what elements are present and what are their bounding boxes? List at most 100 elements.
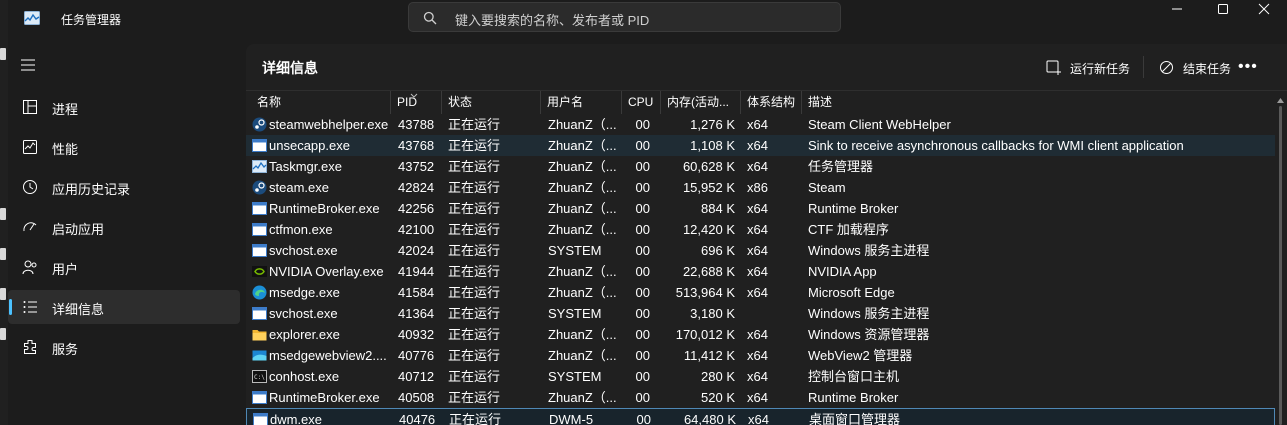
process-pid: 40932	[398, 327, 435, 342]
table-row[interactable]: svchost.exe 42024 正在运行 SYSTEM 00 696 K x64 Wind…	[246, 240, 1275, 261]
sidebar-item-details[interactable]: 详细信息	[8, 290, 240, 324]
column-header-user[interactable]: 用户名	[541, 91, 622, 114]
services-icon	[24, 340, 36, 354]
process-description: 控制台窗口主机	[808, 369, 900, 384]
sidebar-item-app-history[interactable]: 应用历史记录	[8, 170, 240, 204]
sidebar-item-performance[interactable]: 性能	[8, 130, 240, 164]
process-description: Sink to receive asynchronous callbacks f…	[808, 138, 1184, 153]
process-cpu: 00	[635, 222, 650, 237]
table-row[interactable]: RuntimeBroker.exe 42256 正在运行 ZhuanZ（... 00 88…	[246, 198, 1275, 219]
column-header-cpu[interactable]: CPU	[622, 91, 661, 114]
process-cpu: 00	[635, 159, 650, 174]
search-icon	[423, 11, 437, 25]
table-row[interactable]: dwm.exe 40476 正在运行 DWM-5 00 64,480 K x64 桌面窗口管理…	[246, 408, 1275, 425]
column-header-memory[interactable]: 内存(活动...	[661, 91, 741, 114]
edge-mark	[0, 48, 6, 60]
process-status: 正在运行	[448, 348, 501, 363]
process-cpu: 00	[635, 369, 650, 384]
process-user: SYSTEM	[548, 369, 602, 384]
performance-icon	[23, 140, 37, 154]
application-window-icon	[253, 413, 268, 425]
table-row[interactable]: unsecapp.exe 43768 正在运行 ZhuanZ（... 00 1,108 K…	[246, 135, 1275, 156]
process-user: ZhuanZ（...	[548, 285, 617, 300]
process-description: NVIDIA App	[808, 264, 877, 279]
screen-edge	[0, 0, 8, 425]
maximize-button[interactable]	[1200, 0, 1246, 32]
app-title: 任务管理器	[61, 13, 122, 27]
process-name: dwm.exe	[270, 412, 323, 425]
table-row[interactable]: svchost.exe 41364 正在运行 SYSTEM 00 3,180 K Windo…	[246, 303, 1275, 324]
edge-icon	[252, 285, 267, 300]
run-new-task-button[interactable]: 运行新任务	[1046, 54, 1136, 82]
process-description: Steam Client WebHelper	[808, 117, 951, 132]
process-cpu: 00	[635, 348, 650, 363]
process-status: 正在运行	[448, 327, 501, 342]
process-user: SYSTEM	[548, 243, 602, 258]
process-cpu: 00	[635, 117, 650, 132]
console-icon: C:\	[252, 370, 267, 383]
end-task-button[interactable]: 结束任务	[1159, 54, 1231, 82]
process-description: 任务管理器	[808, 159, 874, 174]
column-header-name[interactable]: 名称	[251, 91, 391, 114]
sidebar-item-startup-apps[interactable]: 启动应用	[8, 210, 240, 244]
column-header-architecture[interactable]: 体系结构	[741, 91, 802, 114]
details-icon	[23, 301, 37, 313]
vertical-scrollbar[interactable]	[1276, 96, 1285, 425]
more-options-button[interactable]: •••	[1238, 58, 1258, 76]
process-name: RuntimeBroker.exe	[269, 390, 380, 405]
process-architecture: x64	[747, 117, 768, 132]
close-icon	[1258, 3, 1270, 15]
table-row[interactable]: explorer.exe 40932 正在运行 ZhuanZ（... 00 170,012…	[246, 324, 1275, 345]
process-name: RuntimeBroker.exe	[269, 201, 380, 216]
application-window-icon	[252, 307, 267, 320]
sidebar-item-users[interactable]: 用户	[8, 250, 240, 284]
process-memory: 60,628 K	[682, 159, 735, 174]
process-user: ZhuanZ（...	[548, 201, 617, 216]
process-name: svchost.exe	[269, 243, 338, 258]
process-user: ZhuanZ（...	[548, 180, 617, 195]
table-row[interactable]: msedgewebview2.... 40776 正在运行 ZhuanZ（... 00 1…	[246, 345, 1275, 366]
hamburger-menu-icon[interactable]	[20, 58, 36, 72]
process-name: explorer.exe	[269, 327, 340, 342]
minimize-icon	[1172, 8, 1182, 10]
process-architecture: x64	[747, 348, 768, 363]
edge-mark	[0, 288, 6, 300]
search-box[interactable]: 键入要搜索的名称、发布者或 PID	[408, 2, 841, 32]
minimize-button[interactable]	[1154, 0, 1200, 32]
process-name: unsecapp.exe	[269, 138, 350, 153]
table-row[interactable]: steam.exe 42824 正在运行 ZhuanZ（... 00 15,952 K x8…	[246, 177, 1275, 198]
app-history-icon	[23, 180, 37, 194]
users-icon	[22, 260, 37, 275]
search-input[interactable]: 键入要搜索的名称、发布者或 PID	[455, 10, 649, 29]
process-name: steamwebhelper.exe	[269, 117, 389, 132]
close-button[interactable]	[1241, 0, 1287, 32]
title-bar: 任务管理器 键入要搜索的名称、发布者或 PID	[8, 0, 1287, 38]
table-row[interactable]: C:\ conhost.exe 40712 正在运行 SYSTEM 00 280 K x64 控…	[246, 366, 1275, 387]
process-table: steamwebhelper.exe 43788 正在运行 ZhuanZ（... 00 1…	[246, 114, 1275, 425]
process-status: 正在运行	[449, 412, 502, 425]
process-name: conhost.exe	[269, 369, 340, 384]
table-row[interactable]: msedge.exe 41584 正在运行 ZhuanZ（... 00 513,964 K…	[246, 282, 1275, 303]
task-manager-icon	[252, 160, 267, 173]
process-pid: 41944	[398, 264, 435, 279]
process-pid: 41584	[398, 285, 435, 300]
column-header-status[interactable]: 状态	[442, 91, 541, 114]
table-row[interactable]: ctfmon.exe 42100 正在运行 ZhuanZ（... 00 12,420 K x…	[246, 219, 1275, 240]
process-status: 正在运行	[448, 138, 501, 153]
process-memory: 15,952 K	[682, 180, 735, 195]
process-description: Runtime Broker	[808, 390, 899, 405]
process-pid: 41364	[398, 306, 435, 321]
table-row[interactable]: NVIDIA Overlay.exe 41944 正在运行 ZhuanZ（... 00 2…	[246, 261, 1275, 282]
process-status: 正在运行	[448, 243, 501, 258]
process-memory: 1,108 K	[690, 138, 735, 153]
column-header-description[interactable]: 描述	[802, 91, 1275, 114]
sidebar-item-label: 用户	[52, 262, 79, 277]
process-name: svchost.exe	[269, 306, 338, 321]
sidebar-item-label: 性能	[52, 142, 79, 157]
sidebar-item-processes[interactable]: 进程	[8, 90, 240, 124]
table-row[interactable]: steamwebhelper.exe 43788 正在运行 ZhuanZ（... 00 1…	[246, 114, 1275, 135]
table-row[interactable]: Taskmgr.exe 43752 正在运行 ZhuanZ（... 00 60,628 K…	[246, 156, 1275, 177]
sidebar-item-services[interactable]: 服务	[8, 330, 240, 364]
table-row[interactable]: RuntimeBroker.exe 40508 正在运行 ZhuanZ（... 00 52…	[246, 387, 1275, 408]
sidebar-item-label: 应用历史记录	[52, 182, 131, 197]
